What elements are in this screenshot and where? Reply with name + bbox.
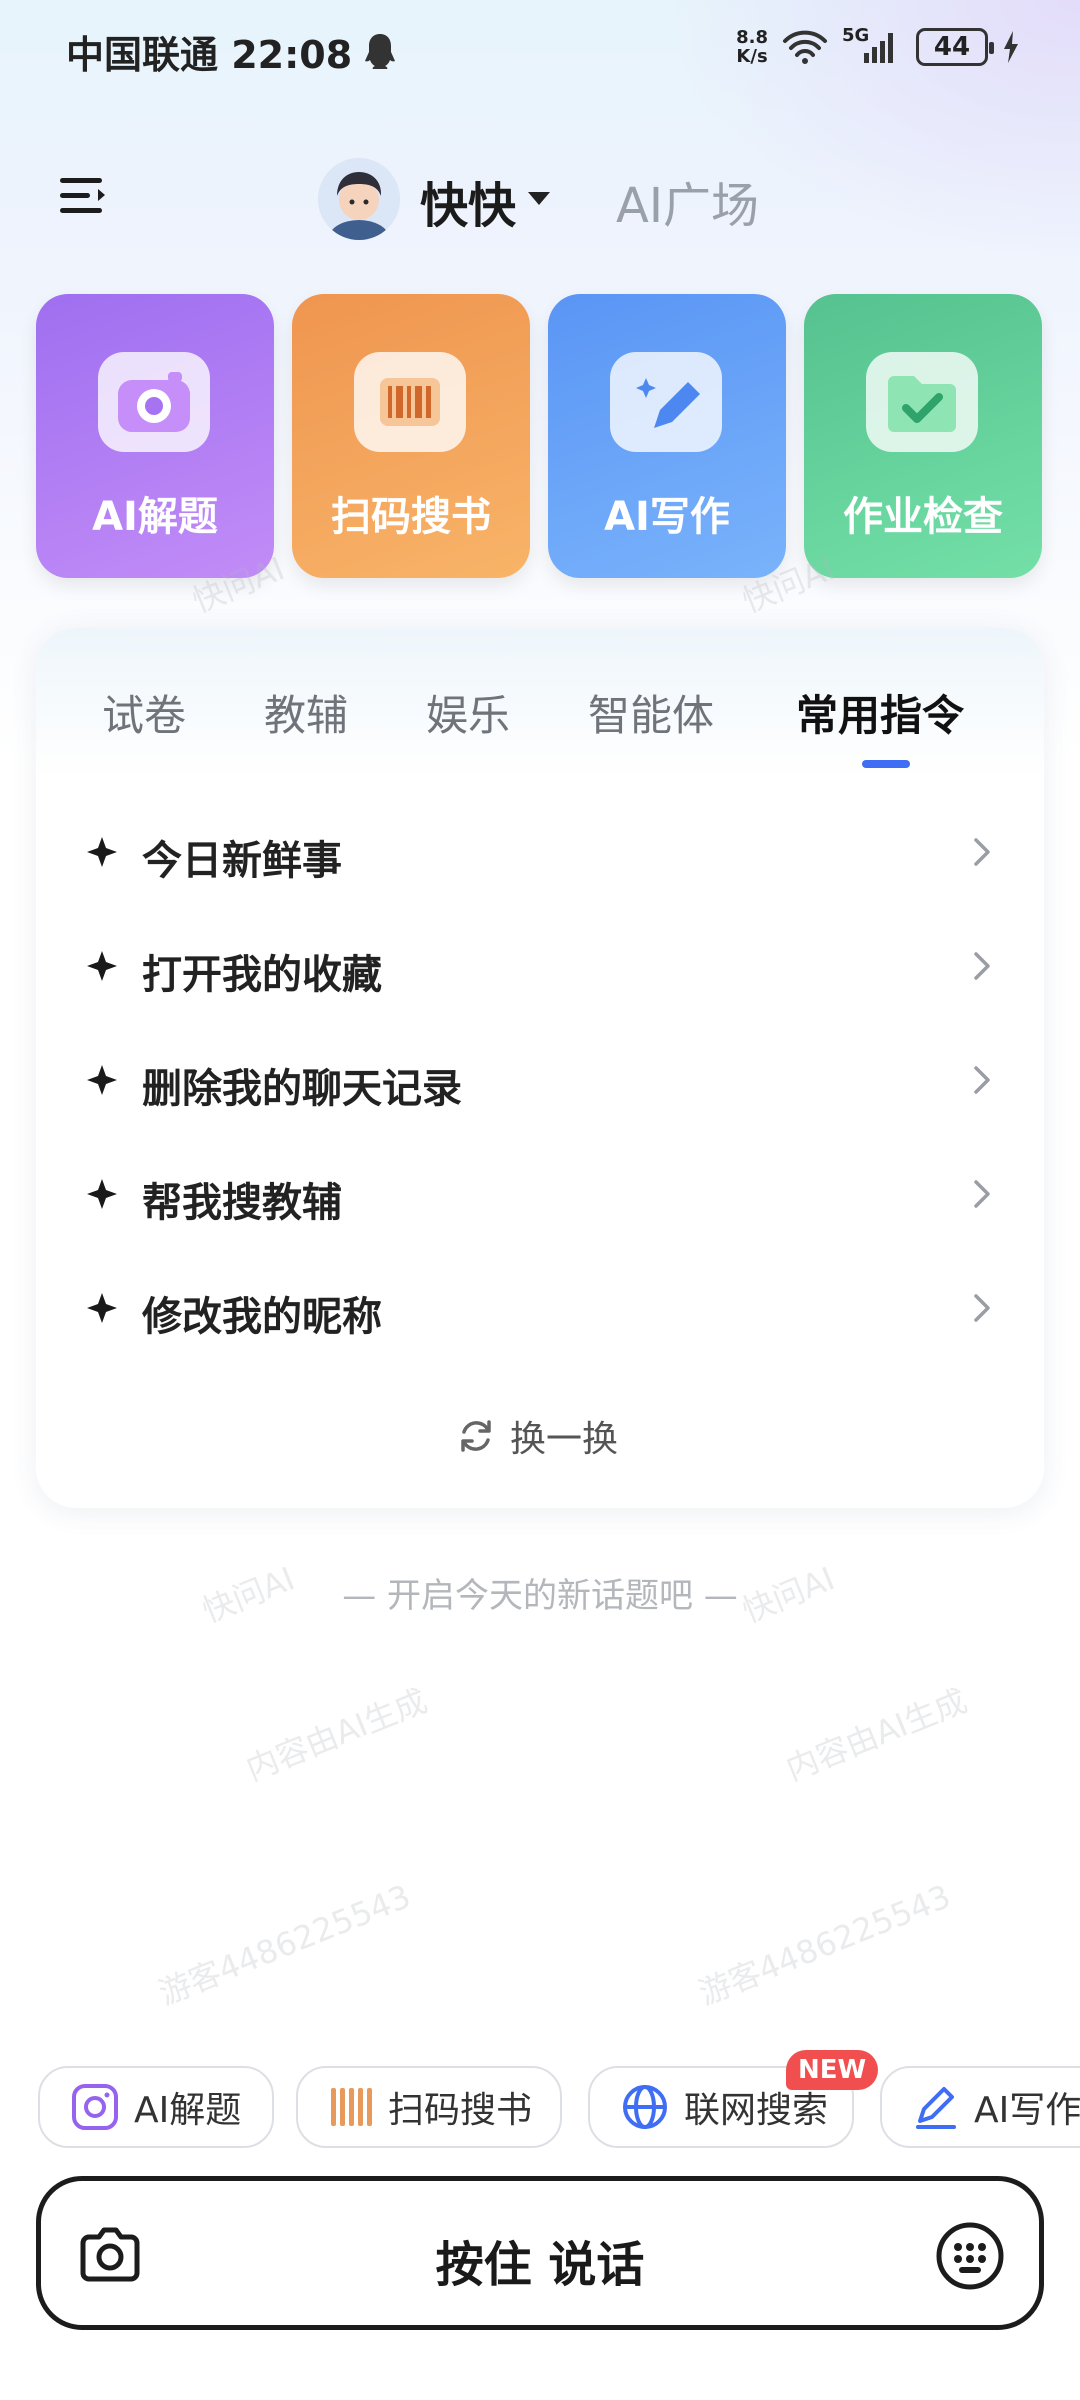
feature-card-label: 作业检查 — [843, 494, 1003, 540]
command-label: 打开我的收藏 — [142, 952, 382, 998]
sparkle-icon — [87, 1065, 117, 1095]
active-tab-indicator — [862, 760, 910, 768]
avatar-image — [318, 158, 400, 240]
tab-entertainment[interactable]: 娱乐 — [426, 682, 510, 743]
user-name[interactable]: 快快 — [420, 166, 516, 236]
chip-label: AI写作 — [974, 2090, 1080, 2131]
refresh-button[interactable]: 换一换 — [456, 1406, 618, 1466]
watermark: 内容由AI生成 — [780, 1681, 973, 1789]
net-speed-unit: K/s — [736, 46, 768, 67]
command-label: 删除我的聊天记录 — [142, 1066, 462, 1112]
chip-label: AI解题 — [134, 2090, 242, 2131]
hold-to-talk-label: 按住 说话 — [435, 2237, 645, 2293]
camera-icon — [72, 2084, 118, 2130]
charging-icon — [1004, 31, 1018, 63]
avatar[interactable] — [318, 158, 400, 240]
signal-bars-icon — [864, 33, 893, 63]
category-tabs: 试卷 教辅 娱乐 智能体 常用指令 — [36, 682, 1044, 762]
cell-signal: 5G — [842, 25, 902, 65]
chip-scan-book[interactable]: 扫码搜书 — [296, 2066, 562, 2148]
chip-label: 扫码搜书 — [388, 2090, 533, 2131]
status-right: 8.8 K/s 5G 44 — [736, 25, 1020, 66]
camera-icon — [98, 352, 210, 452]
status-bar: 中国联通 22:08 8.8 K/s 5G 44 — [0, 0, 1080, 100]
chevron-right-icon — [974, 952, 990, 980]
refresh-label: 换一换 — [510, 1419, 619, 1460]
new-badge: NEW — [786, 2050, 879, 2090]
feature-card-label: AI解题 — [92, 494, 218, 540]
qq-icon — [365, 33, 396, 69]
command-item[interactable]: 打开我的收藏 — [86, 932, 1006, 1012]
globe-icon — [623, 2085, 667, 2129]
carrier-time: 中国联通 22:08 — [66, 33, 353, 77]
chevron-right-icon — [974, 1066, 990, 1094]
pen-icon — [916, 2087, 956, 2129]
chevron-right-icon — [974, 1294, 990, 1322]
folder-check-icon — [866, 352, 978, 452]
tab-exam[interactable]: 试卷 — [102, 682, 186, 743]
chevron-right-icon — [974, 1180, 990, 1208]
voice-input-bar[interactable]: 按住 说话 — [36, 2176, 1044, 2330]
sparkle-icon — [87, 951, 117, 981]
sparkle-icon — [87, 837, 117, 867]
barcode-icon — [354, 352, 466, 452]
watermark: 游客4486225543 — [693, 1877, 956, 2013]
chip-ai-solve[interactable]: AI解题 — [38, 2066, 274, 2148]
tab-agent[interactable]: 智能体 — [588, 682, 714, 743]
instruction-panel: 试卷 教辅 娱乐 智能体 常用指令 今日新鲜事 打开我的收藏 删除我的聊天记录 … — [36, 628, 1044, 1508]
chevron-right-icon — [974, 838, 990, 866]
net-speed: 8.8 K/s — [736, 28, 768, 66]
wifi-icon — [783, 30, 827, 64]
command-item[interactable]: 帮我搜教辅 — [86, 1160, 1006, 1240]
menu-icon[interactable] — [58, 170, 110, 222]
feature-card-ai-writing[interactable]: AI写作 — [548, 294, 786, 578]
net-speed-value: 8.8 — [736, 27, 768, 48]
topic-hint: — 开启今天的新话题吧 — — [342, 1576, 738, 1616]
feature-card-ai-solve[interactable]: AI解题 — [36, 294, 274, 578]
watermark: 快问AI — [197, 1559, 300, 1631]
feature-card-homework-check[interactable]: 作业检查 — [804, 294, 1042, 578]
sparkle-icon — [87, 1179, 117, 1209]
feature-card-label: 扫码搜书 — [331, 494, 491, 540]
watermark: 快问AI — [737, 1559, 840, 1631]
command-item[interactable]: 今日新鲜事 — [86, 818, 1006, 898]
command-label: 修改我的昵称 — [142, 1294, 382, 1340]
command-label: 帮我搜教辅 — [142, 1180, 342, 1226]
watermark: 游客4486225543 — [153, 1877, 416, 2013]
chevron-down-icon[interactable] — [528, 192, 550, 205]
status-left: 中国联通 22:08 — [66, 24, 398, 79]
tab-tutorial[interactable]: 教辅 — [264, 682, 348, 743]
tab-common-commands[interactable]: 常用指令 — [796, 682, 964, 743]
sparkle-icon — [87, 1293, 117, 1323]
keyboard-icon[interactable] — [935, 2221, 1005, 2291]
command-item[interactable]: 删除我的聊天记录 — [86, 1046, 1006, 1126]
command-item[interactable]: 修改我的昵称 — [86, 1274, 1006, 1354]
feature-card-label: AI写作 — [604, 494, 730, 540]
battery-indicator: 44 — [916, 28, 994, 66]
refresh-icon — [461, 1420, 491, 1452]
watermark: 内容由AI生成 — [240, 1681, 433, 1789]
command-label: 今日新鲜事 — [142, 838, 342, 884]
pen-icon — [610, 352, 722, 452]
chip-ai-writing[interactable]: AI写作 — [880, 2066, 1080, 2148]
barcode-icon — [331, 2088, 372, 2126]
feature-card-scan-book[interactable]: 扫码搜书 — [292, 294, 530, 578]
tab-ai-square[interactable]: AI广场 — [616, 166, 759, 236]
quick-chips: AI解题 扫码搜书 联网搜索 AI写作 — [0, 2066, 1080, 2150]
